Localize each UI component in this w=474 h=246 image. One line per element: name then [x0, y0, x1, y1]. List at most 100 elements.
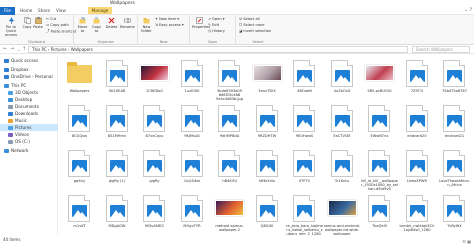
file-item[interactable]: gqXny	[61, 147, 98, 191]
rename-button[interactable]: Rename	[120, 17, 135, 29]
file-item[interactable]: 3euvTDIX	[249, 57, 286, 101]
nav-item-dropbox[interactable]: Dropbox	[0, 66, 58, 73]
copy-path-button[interactable]: ▭Copy path	[46, 23, 69, 27]
image-file-icon	[218, 150, 240, 177]
file-item[interactable]: MDgAGW	[99, 192, 136, 236]
file-item[interactable]: kill_la_kill__wallpaper_1920x1080_by_sel…	[361, 147, 398, 191]
nav-item-3d-objects[interactable]: 3D Objects	[0, 89, 58, 96]
file-item[interactable]: hBKrkVix	[249, 147, 286, 191]
file-item[interactable]: ifTFTV	[286, 147, 323, 191]
open-button[interactable]: ↗Open ▾	[208, 17, 225, 21]
new-item-button[interactable]: ✦New item ▾	[155, 17, 179, 21]
properties-button[interactable]: Properties	[192, 17, 210, 29]
file-item[interactable]: gigRy (1)	[99, 147, 136, 191]
file-item[interactable]: TbxQk0I	[361, 192, 398, 236]
history-button[interactable]: ◷History	[208, 29, 225, 33]
file-name: endcard21	[444, 134, 465, 138]
address-input[interactable]: This PC › Pictures › Wallpapers	[28, 46, 408, 53]
file-item[interactable]: samus-and-metroid-wallpaper-hd-wide-wall…	[324, 192, 361, 236]
file-item[interactable]: Mi3vAMEG	[136, 192, 173, 236]
recent-chevron-icon[interactable]: ⌄	[17, 47, 20, 52]
file-item[interactable]: 8S1MHmn	[99, 102, 136, 146]
file-item[interactable]: EaCTVI3E	[324, 102, 361, 146]
file-item[interactable]: 1uzIOIXI	[174, 57, 211, 101]
nav-item-this-pc[interactable]: This PC	[0, 82, 58, 89]
copy-to-button[interactable]: Copy to	[90, 17, 103, 33]
up-icon[interactable]: ↑	[22, 46, 26, 52]
image-file-icon	[109, 205, 125, 217]
pin-quick-access-button[interactable]: Pin to Quick access	[2, 17, 20, 37]
nav-item-os-c[interactable]: OS (C:)	[0, 138, 58, 145]
forward-icon[interactable]: →	[10, 46, 14, 52]
file-name: gigRy (1)	[108, 179, 126, 183]
file-item[interactable]: TzRyWX	[436, 192, 473, 236]
image-file-icon	[293, 150, 315, 177]
tab-view[interactable]: View	[56, 7, 66, 15]
select-none-button[interactable]: ☐Select none	[239, 23, 264, 27]
nav-item-quick-access[interactable]: Quick access	[0, 57, 58, 64]
nav-item-videos[interactable]: Videos	[0, 131, 58, 138]
file-item[interactable]: gigRy	[136, 147, 173, 191]
file-item[interactable]: 87vxCoyu	[136, 102, 173, 146]
file-item[interactable]: LoveTheseAfrica-n_Africa	[436, 147, 473, 191]
cut-button[interactable]: ✂Cut	[46, 17, 56, 21]
help-icon[interactable]: ⌄ ?	[464, 8, 472, 13]
nav-item-desktop[interactable]: Desktop	[0, 96, 58, 103]
file-item[interactable]: MOgvTYR	[174, 192, 211, 236]
nav-item-network[interactable]: Network	[0, 147, 58, 154]
nav-item-pictures[interactable]: Pictures	[0, 124, 58, 131]
back-icon[interactable]: ←	[3, 46, 7, 52]
file-item[interactable]: 7Z9T1I	[399, 57, 436, 101]
file-item[interactable]: 5B5-pcBUOIG	[361, 57, 398, 101]
file-item[interactable]: 0K1XEA8	[99, 57, 136, 101]
file-item[interactable]: 9KjMsxD	[174, 102, 211, 146]
file-item[interactable]: 9EUHwaS	[286, 102, 323, 146]
file-item[interactable]: Tc1Kntu	[324, 147, 361, 191]
details-view-icon[interactable]: ☷	[462, 239, 466, 244]
file-item[interactable]: LewoXPWR	[399, 147, 436, 191]
file-item[interactable]: hB4KiOJ	[211, 147, 248, 191]
folder-item[interactable]: Wallpapers	[61, 57, 98, 101]
new-folder-button[interactable]: New folder	[140, 17, 153, 33]
paste-button[interactable]: Paste	[33, 17, 43, 29]
nav-item-downloads[interactable]: Downloads	[0, 110, 58, 117]
image-file-icon	[184, 115, 200, 127]
file-item[interactable]: metroid-samus-wallpaper-2	[211, 192, 248, 236]
image-file-icon	[368, 105, 390, 132]
tab-manage[interactable]: Manage	[88, 7, 112, 14]
file-item[interactable]: 8CGQsw	[61, 102, 98, 146]
nav-item-onedrive-personal[interactable]: OneDrive - Personal	[0, 73, 58, 80]
file-item[interactable]: 4uZeOvX	[324, 57, 361, 101]
file-item[interactable]: 9RZDHTW	[249, 102, 286, 146]
delete-button[interactable]: Delete	[105, 17, 118, 29]
move-to-button[interactable]: Move to	[76, 17, 89, 33]
tab-file[interactable]: File	[0, 7, 15, 15]
edit-button[interactable]: ✎Edit	[208, 23, 219, 27]
file-item[interactable]: Q8GUII	[249, 192, 286, 236]
file-item[interactable]: 7Sb4T5a8787	[436, 57, 473, 101]
large-icons-view-icon[interactable]: ▦	[467, 239, 471, 244]
file-item[interactable]: re_zero_kara_hajimeru_isekai_seikatsu_su…	[286, 192, 323, 236]
tab-home[interactable]: Home	[20, 7, 32, 15]
easy-access-button[interactable]: ⇲Easy access ▾	[155, 23, 184, 27]
file-item[interactable]: tumblr_nwl4tqkECh1ojz84s0_1280	[399, 192, 436, 236]
file-item[interactable]: 3bde6393a09 6d6f25c4b8 5e4c4d83b.jpg	[211, 57, 248, 101]
tab-share[interactable]: Share	[38, 7, 50, 15]
file-item[interactable]: endcard20	[399, 102, 436, 146]
file-item[interactable]: EWwNTnx	[361, 102, 398, 146]
file-item[interactable]: endcard21	[436, 102, 473, 146]
nav-item-music[interactable]: Music	[0, 117, 58, 124]
nav-item-documents[interactable]: Documents	[0, 103, 58, 110]
file-item[interactable]: Gzj1Dkoi	[174, 147, 211, 191]
select-all-button[interactable]: ☑Select all	[239, 17, 260, 21]
file-item[interactable]: 9dhMPBdA	[211, 102, 248, 146]
file-item[interactable]: m1vKT	[61, 192, 98, 236]
invert-selection-button[interactable]: ◪Invert selection	[239, 29, 271, 33]
copy-button[interactable]: Copy	[22, 17, 32, 29]
file-name: MOgvTYR	[183, 224, 201, 228]
image-file-icon	[409, 115, 425, 127]
file-item[interactable]: 1CRKDsG	[136, 57, 173, 101]
search-input[interactable]: Search Wallpapers	[412, 46, 470, 53]
paste-shortcut-button[interactable]: ⤴Paste shortcut	[46, 29, 76, 34]
file-item[interactable]: 4BOaeN	[286, 57, 323, 101]
